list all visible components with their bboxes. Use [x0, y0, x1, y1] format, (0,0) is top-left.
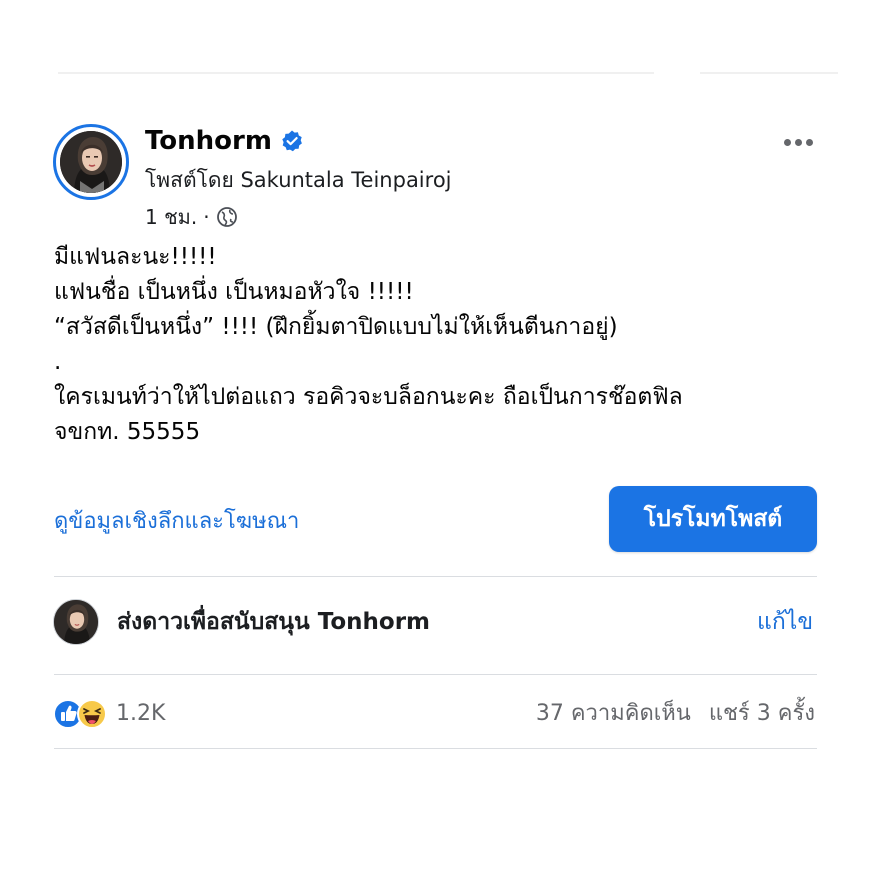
promote-post-button[interactable]: โปรโมทโพสต์: [609, 486, 817, 552]
post-timestamp[interactable]: 1 ชม.: [145, 202, 197, 232]
divider: [54, 576, 817, 577]
post-body: มีแฟนละนะ!!!!! แฟนชื่อ เป็นหนึ่ง เป็นหมอ…: [54, 240, 834, 450]
post-body-line: ใครเมนท์ว่าให้ไปต่อแถว รอคิวจะบล็อกนะคะ …: [54, 384, 683, 410]
shares-count[interactable]: แชร์ 3 ครั้ง: [709, 697, 815, 731]
post-body-line: มีแฟนละนะ!!!!!: [54, 244, 217, 270]
send-stars-label: ส่งดาวเพื่อสนับสนุน Tonhorm: [117, 609, 431, 635]
view-insights-link[interactable]: ดูข้อมูลเชิงลึกและโฆษณา: [54, 505, 299, 539]
page-avatar[interactable]: [53, 124, 129, 200]
avatar-photo: [60, 131, 122, 193]
post-card: Tonhorm โพสต์โดย Sakuntala Teinpairoj 1 …: [0, 0, 879, 879]
verified-badge-icon: [282, 130, 302, 152]
stars-avatar: [53, 599, 99, 645]
divider: [54, 674, 817, 675]
comments-count[interactable]: 37 ความคิดเห็น: [536, 697, 691, 731]
more-dot: [805, 138, 813, 146]
post-body-line: จขกท. 55555: [54, 419, 201, 445]
globe-icon[interactable]: [216, 206, 238, 228]
meta-separator: ·: [203, 205, 210, 229]
post-body-line: .: [54, 349, 62, 375]
page-name[interactable]: Tonhorm: [145, 124, 272, 158]
edit-stars-link[interactable]: แก้ไข: [757, 605, 813, 639]
reactions-summary[interactable]: 1.2K: [53, 697, 165, 731]
haha-reaction-icon: [77, 699, 107, 729]
more-dot: [783, 138, 791, 146]
page-name-row: Tonhorm: [145, 124, 304, 158]
posted-by-text: โพสต์โดย Sakuntala Teinpairoj: [145, 168, 452, 192]
engagement-counts: 37 ความคิดเห็น แชร์ 3 ครั้ง: [536, 697, 815, 731]
more-dot: [794, 138, 802, 146]
divider: [54, 748, 817, 749]
post-body-line: “สวัสดีเป็นหนึ่ง” !!!! (ฝึกยิ้มตาปิดแบบไ…: [54, 314, 618, 340]
post-meta: 1 ชม. ·: [145, 202, 238, 232]
reaction-count: 1.2K: [116, 701, 166, 726]
post-body-line: แฟนชื่อ เป็นหนึ่ง เป็นหมอหัวใจ !!!!!: [54, 279, 414, 305]
more-options-icon[interactable]: [781, 132, 815, 152]
